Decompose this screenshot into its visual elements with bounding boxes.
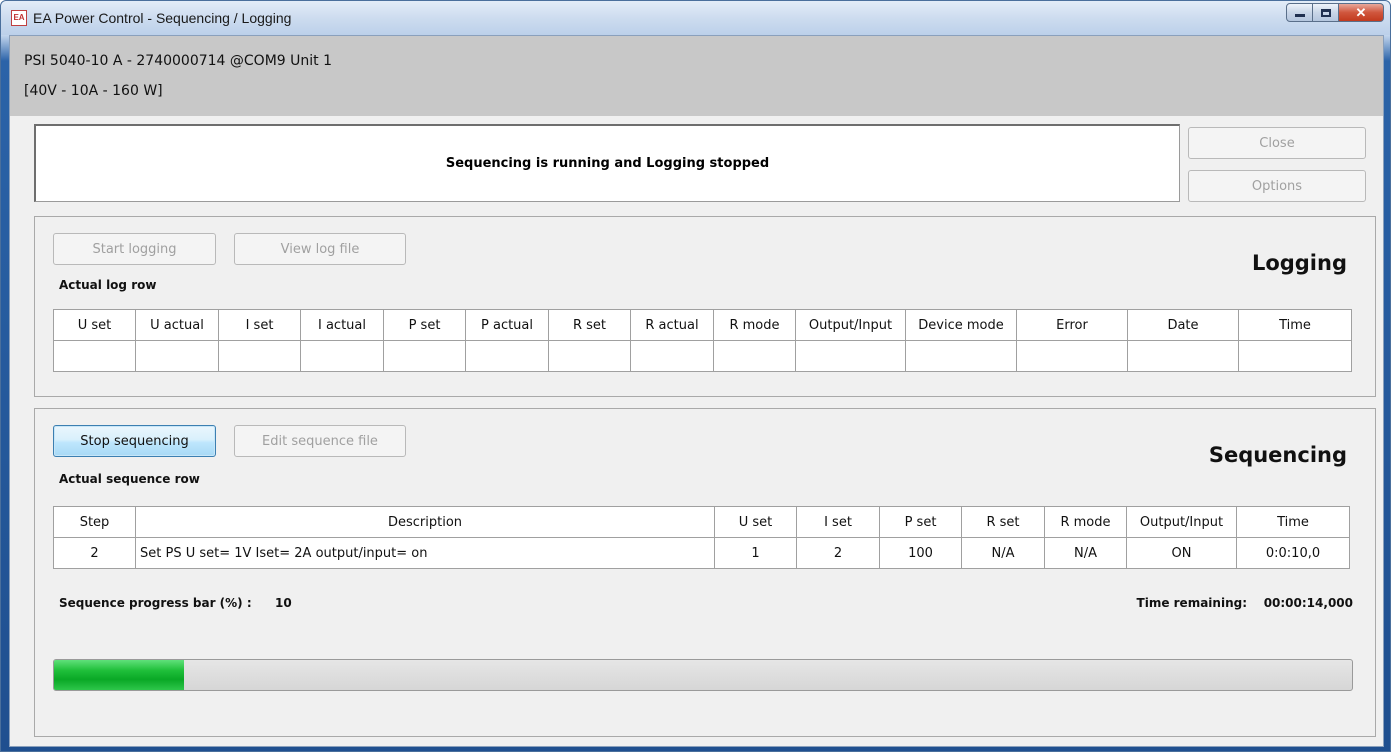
edit-sequence-file-button[interactable]: Edit sequence file bbox=[234, 425, 406, 457]
log-col-header: I set bbox=[218, 309, 301, 341]
log-cell bbox=[300, 340, 384, 372]
close-icon: ✕ bbox=[1355, 4, 1367, 20]
options-button[interactable]: Options bbox=[1188, 170, 1366, 202]
sequence-cell-time: 0:0:10,0 bbox=[1236, 537, 1350, 569]
sequence-cell-i-set: 2 bbox=[796, 537, 880, 569]
log-col-header: Error bbox=[1016, 309, 1128, 341]
logging-group: Start logging View log file Logging Actu… bbox=[34, 216, 1376, 397]
sequencing-group: Stop sequencing Edit sequence file Seque… bbox=[34, 408, 1376, 737]
sequence-col-header: Description bbox=[135, 506, 715, 538]
sequence-progress-fill bbox=[54, 660, 184, 690]
time-remaining-label: Time remaining: bbox=[1136, 596, 1247, 610]
sequence-progress-bar bbox=[53, 659, 1353, 691]
status-message: Sequencing is running and Logging stoppe… bbox=[445, 156, 770, 171]
view-log-file-button[interactable]: View log file bbox=[234, 233, 406, 265]
log-col-header: R actual bbox=[630, 309, 714, 341]
logging-title: Logging bbox=[1251, 251, 1347, 275]
progress-value: 10 bbox=[275, 596, 292, 610]
minimize-button[interactable] bbox=[1286, 3, 1313, 22]
sequence-cell-u-set: 1 bbox=[714, 537, 797, 569]
sequence-col-header: Time bbox=[1236, 506, 1350, 538]
log-col-header: Device mode bbox=[905, 309, 1017, 341]
actual-sequence-row-caption: Actual sequence row bbox=[59, 472, 200, 486]
sequence-col-header: U set bbox=[714, 506, 797, 538]
sequence-cell-r-set: N/A bbox=[961, 537, 1045, 569]
sequence-cell-p-set: 100 bbox=[879, 537, 962, 569]
log-cell bbox=[135, 340, 219, 372]
log-cell bbox=[383, 340, 466, 372]
maximize-button[interactable] bbox=[1313, 3, 1339, 22]
log-col-header: Output/Input bbox=[795, 309, 906, 341]
app-logo-icon: EA bbox=[11, 10, 27, 26]
app-window: EA EA Power Control - Sequencing / Loggi… bbox=[0, 0, 1391, 752]
log-cell bbox=[1127, 340, 1239, 372]
sequence-col-header: R mode bbox=[1044, 506, 1127, 538]
close-window-button[interactable]: ✕ bbox=[1339, 3, 1384, 22]
sequence-cell-output-input: ON bbox=[1126, 537, 1237, 569]
log-col-header: R mode bbox=[713, 309, 796, 341]
log-cell bbox=[218, 340, 301, 372]
progress-label: Sequence progress bar (%) : bbox=[59, 596, 252, 610]
log-col-header: R set bbox=[548, 309, 631, 341]
log-cell bbox=[795, 340, 906, 372]
sequence-col-header: Output/Input bbox=[1126, 506, 1237, 538]
log-cell bbox=[905, 340, 1017, 372]
sequence-col-header: I set bbox=[796, 506, 880, 538]
log-col-header: U actual bbox=[135, 309, 219, 341]
log-cell bbox=[53, 340, 136, 372]
log-cell bbox=[1238, 340, 1352, 372]
log-col-header: Time bbox=[1238, 309, 1352, 341]
log-cell bbox=[630, 340, 714, 372]
close-button[interactable]: Close bbox=[1188, 127, 1366, 159]
window-title: EA Power Control - Sequencing / Logging bbox=[33, 10, 292, 26]
log-table: U set U actual I set I actual P set P ac… bbox=[53, 309, 1352, 372]
sequence-cell-description: Set PS U set= 1V Iset= 2A output/input= … bbox=[135, 537, 715, 569]
client-area: PSI 5040-10 A - 2740000714 @COM9 Unit 1 … bbox=[9, 35, 1384, 747]
log-cell bbox=[713, 340, 796, 372]
status-panel: Sequencing is running and Logging stoppe… bbox=[34, 124, 1180, 202]
log-cell bbox=[548, 340, 631, 372]
device-header: PSI 5040-10 A - 2740000714 @COM9 Unit 1 … bbox=[10, 36, 1383, 116]
actual-log-row-caption: Actual log row bbox=[59, 278, 157, 292]
log-cell bbox=[465, 340, 549, 372]
device-rating: [40V - 10A - 160 W] bbox=[24, 83, 163, 99]
sequence-cell-step: 2 bbox=[53, 537, 136, 569]
sequencing-title: Sequencing bbox=[1208, 443, 1347, 467]
sequence-col-header: P set bbox=[879, 506, 962, 538]
sequence-col-header: R set bbox=[961, 506, 1045, 538]
start-logging-button[interactable]: Start logging bbox=[53, 233, 216, 265]
log-col-header: Date bbox=[1127, 309, 1239, 341]
time-remaining-value: 00:00:14,000 bbox=[1263, 596, 1353, 610]
stop-sequencing-button[interactable]: Stop sequencing bbox=[53, 425, 216, 457]
window-controls: ✕ bbox=[1286, 3, 1384, 22]
title-bar[interactable]: EA EA Power Control - Sequencing / Loggi… bbox=[1, 1, 1390, 35]
log-data-row bbox=[53, 340, 1352, 372]
device-name: PSI 5040-10 A - 2740000714 @COM9 Unit 1 bbox=[24, 53, 332, 69]
minimize-icon bbox=[1294, 14, 1305, 17]
log-col-header: I actual bbox=[300, 309, 384, 341]
log-header-row: U set U actual I set I actual P set P ac… bbox=[53, 309, 1352, 341]
sequence-table: Step Description U set I set P set R set… bbox=[53, 506, 1350, 569]
sequence-cell-r-mode: N/A bbox=[1044, 537, 1127, 569]
log-col-header: U set bbox=[53, 309, 136, 341]
log-cell bbox=[1016, 340, 1128, 372]
maximize-icon bbox=[1320, 8, 1331, 17]
sequence-col-header: Step bbox=[53, 506, 136, 538]
sequence-data-row: 2 Set PS U set= 1V Iset= 2A output/input… bbox=[53, 537, 1350, 569]
log-col-header: P actual bbox=[465, 309, 549, 341]
sequence-header-row: Step Description U set I set P set R set… bbox=[53, 506, 1350, 538]
log-col-header: P set bbox=[383, 309, 466, 341]
